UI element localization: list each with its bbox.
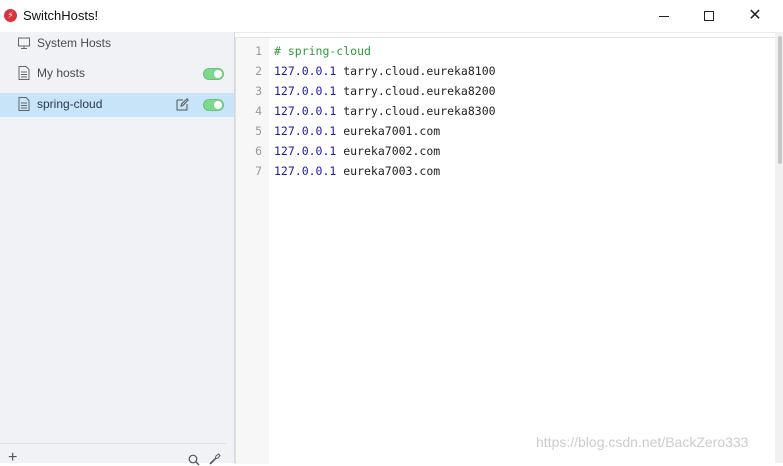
host-name: tarry.cloud.eureka8300 [336, 104, 496, 118]
sidebar-item-my-hosts[interactable]: My hosts [0, 62, 234, 86]
code-line: 1 # spring-cloud [236, 41, 371, 61]
ip-address: 127.0.0.1 [274, 104, 337, 118]
hosts-toggle[interactable] [203, 99, 224, 111]
ip-address: 127.0.0.1 [274, 164, 337, 178]
code-line: 2 127.0.0.1 tarry.cloud.eureka8100 [236, 61, 496, 81]
sidebar-item-label: System Hosts [37, 36, 112, 50]
code-line: 3 127.0.0.1 tarry.cloud.eureka8200 [236, 81, 496, 101]
sidebar-item-label: My hosts [37, 66, 86, 80]
edit-icon[interactable] [176, 98, 189, 111]
host-name: tarry.cloud.eureka8200 [336, 84, 496, 98]
ip-address: 127.0.0.1 [274, 144, 337, 158]
wrench-icon[interactable] [209, 453, 221, 465]
maximize-button[interactable] [691, 4, 727, 28]
code-line: 4 127.0.0.1 tarry.cloud.eureka8300 [236, 101, 496, 121]
scrollbar-thumb[interactable] [778, 36, 782, 164]
sidebar-item-spring-cloud[interactable]: spring-cloud [0, 93, 234, 117]
file-icon [18, 66, 30, 80]
ip-address: 127.0.0.1 [274, 64, 337, 78]
code-line: 5 127.0.0.1 eureka7001.com [236, 121, 440, 141]
search-icon[interactable] [188, 454, 200, 466]
sidebar-item-label: spring-cloud [37, 97, 103, 111]
hosts-toggle[interactable] [203, 68, 224, 80]
app-logo-icon: ⚡ [4, 9, 17, 22]
ip-address: 127.0.0.1 [274, 84, 337, 98]
sidebar: System Hosts My hosts spring-cloud + [0, 32, 234, 466]
host-name: tarry.cloud.eureka8100 [336, 64, 496, 78]
line-number: 3 [255, 84, 262, 98]
monitor-icon [18, 37, 30, 49]
line-number: 6 [255, 144, 262, 158]
host-name: eureka7001.com [336, 124, 441, 138]
close-button[interactable]: ✕ [737, 4, 773, 28]
minimize-button[interactable] [646, 4, 682, 28]
title-bar: ⚡ SwitchHosts! ✕ [0, 0, 783, 33]
comment-text: # spring-cloud [274, 44, 371, 58]
line-number: 2 [255, 64, 262, 78]
hosts-editor[interactable]: 1 # spring-cloud 2 127.0.0.1 tarry.cloud… [235, 37, 774, 464]
add-button[interactable]: + [8, 450, 17, 466]
line-number: 4 [255, 104, 262, 118]
line-number: 7 [255, 164, 262, 178]
ip-address: 127.0.0.1 [274, 124, 337, 138]
file-icon [18, 97, 30, 111]
sidebar-item-system-hosts[interactable]: System Hosts [0, 32, 234, 56]
host-name: eureka7002.com [336, 144, 441, 158]
watermark: https://blog.csdn.net/BackZero333 [536, 434, 749, 450]
host-name: eureka7003.com [336, 164, 441, 178]
app-title: SwitchHosts! [23, 8, 99, 23]
line-number: 1 [255, 44, 262, 58]
code-line: 6 127.0.0.1 eureka7002.com [236, 141, 440, 161]
sidebar-divider [0, 443, 226, 444]
code-line: 7 127.0.0.1 eureka7003.com [236, 161, 440, 181]
line-number: 5 [255, 124, 262, 138]
